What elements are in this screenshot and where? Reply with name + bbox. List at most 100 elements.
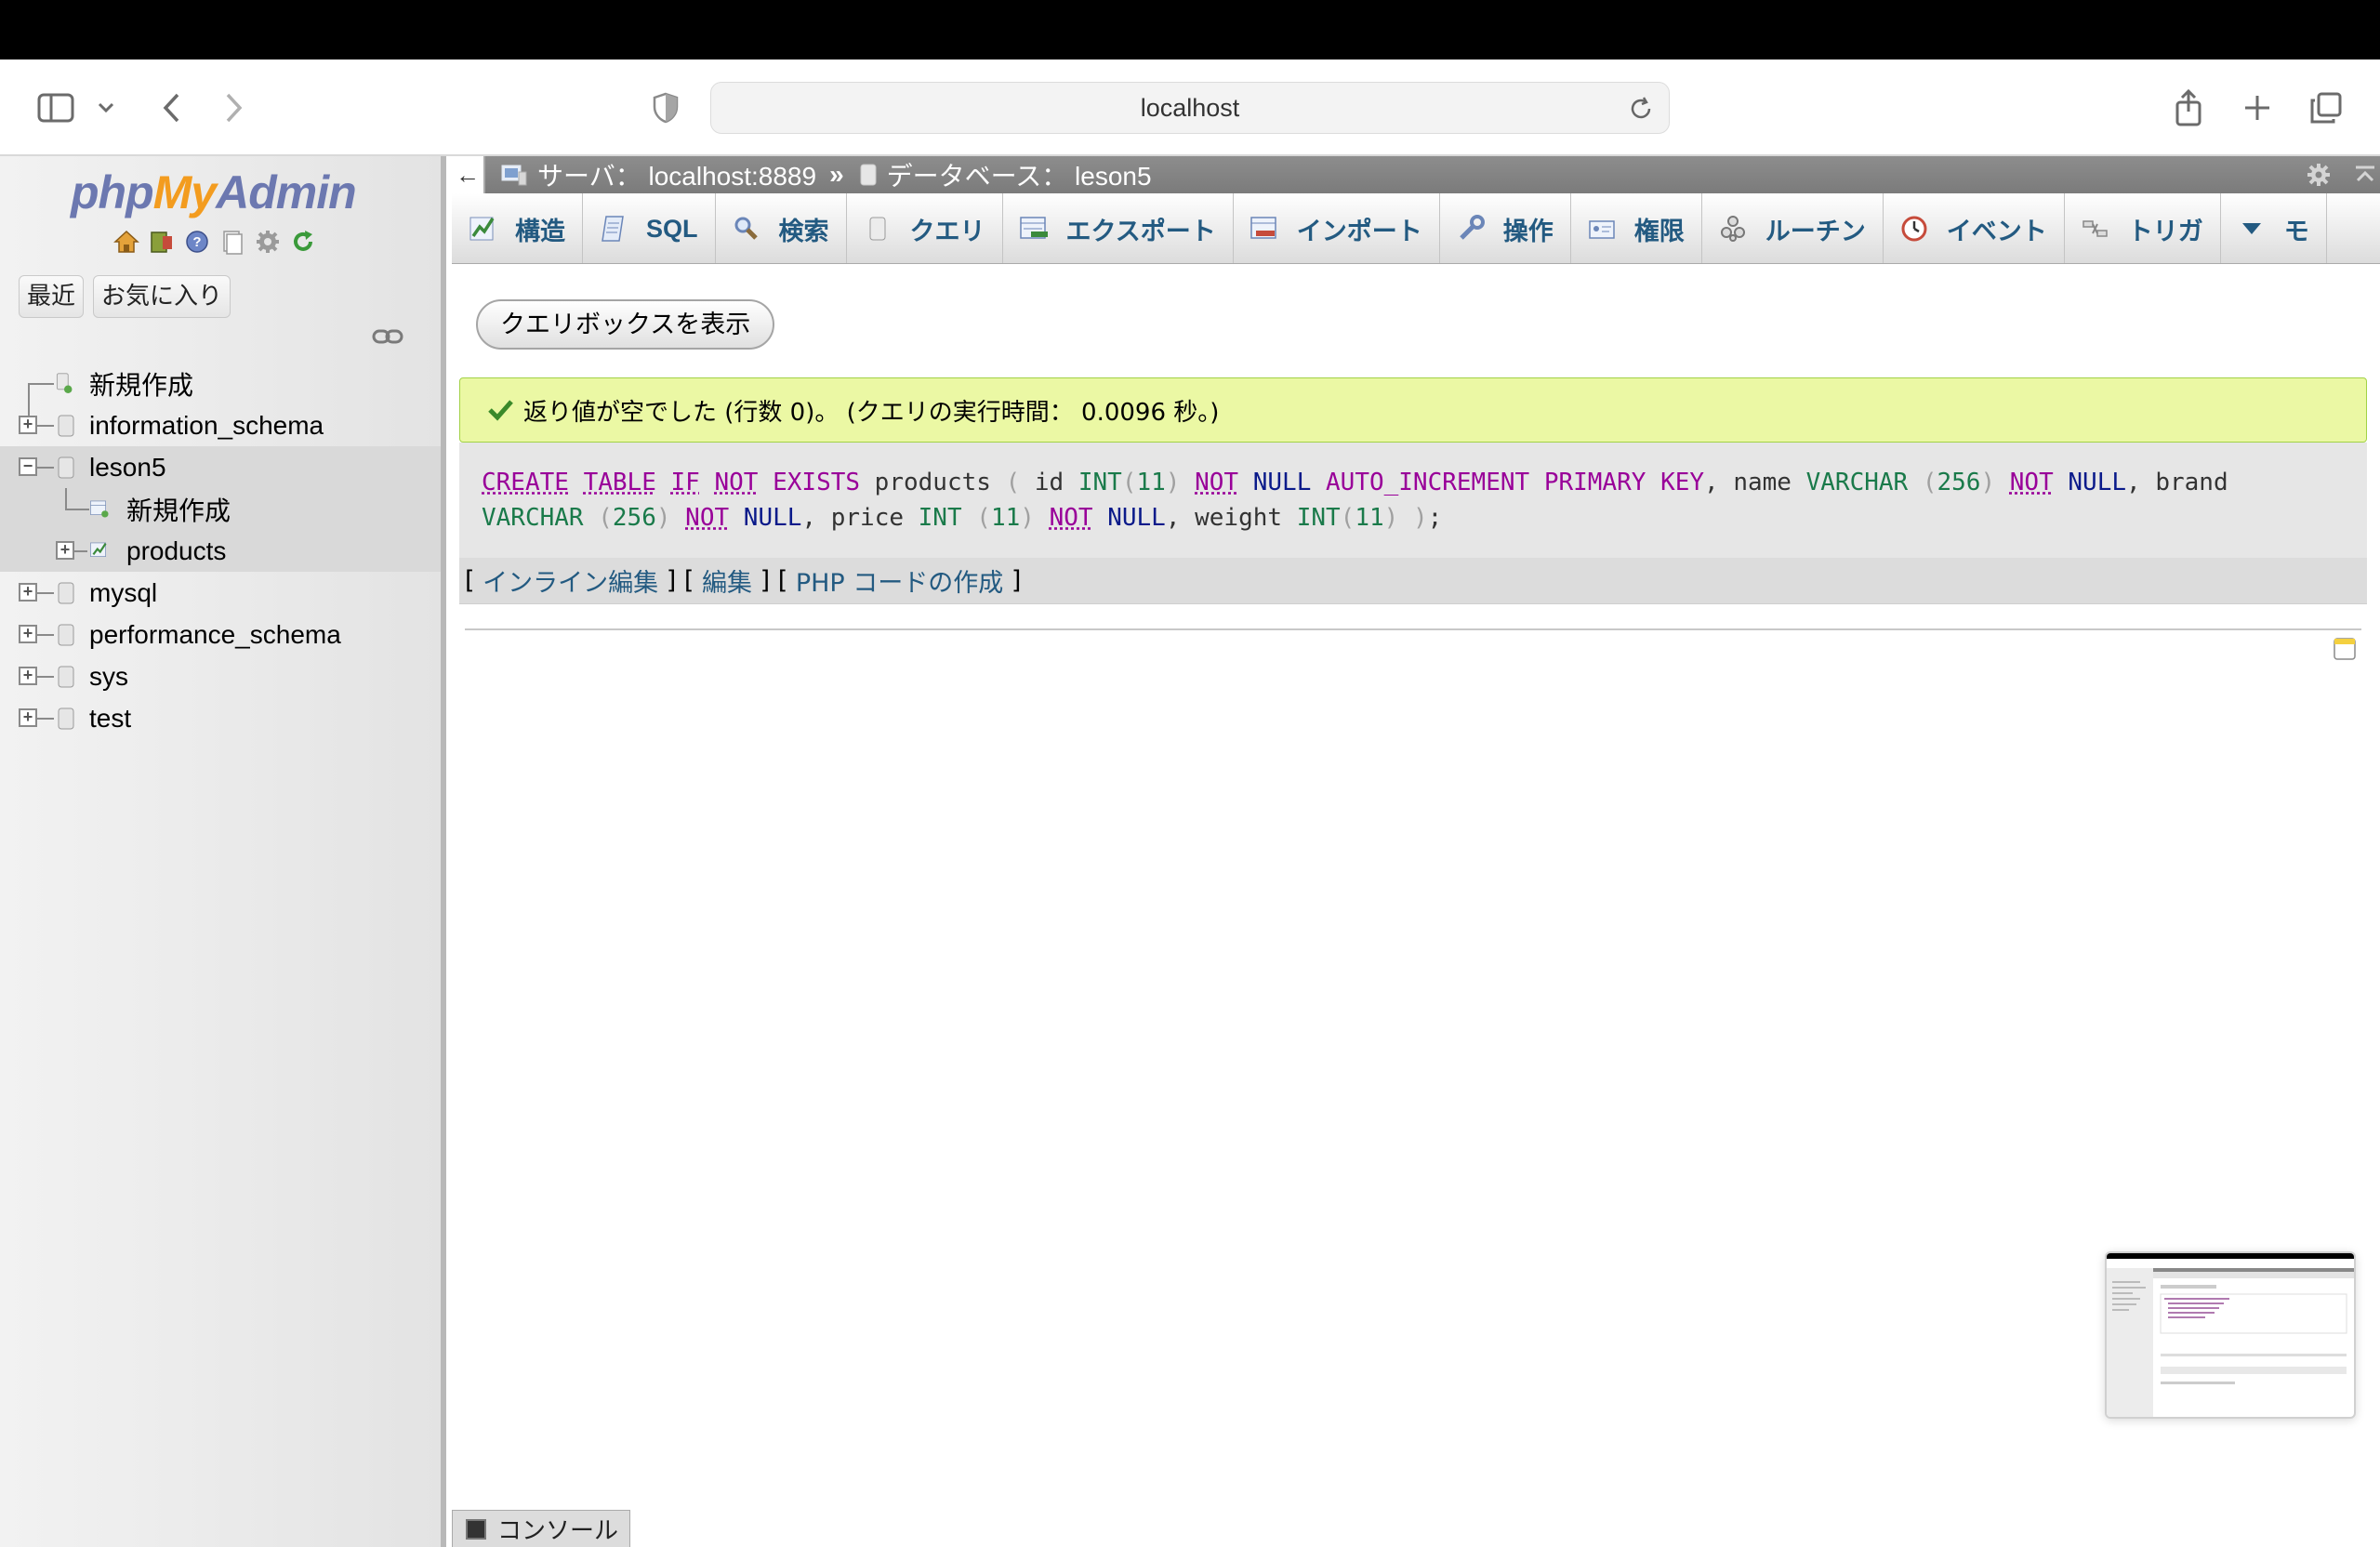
tree-item-sys[interactable]: + sys (0, 655, 441, 697)
console-tab[interactable]: コンソール (452, 1510, 630, 1547)
tab-query[interactable]: クエリ (847, 193, 1003, 263)
screenshot-preview-thumbnail[interactable] (2105, 1251, 2356, 1419)
table-structure-icon (90, 542, 107, 557)
link-with-main-icon[interactable] (372, 327, 403, 346)
sql-token: , brand (2126, 469, 2228, 496)
tab-routines[interactable]: ルーチン (1702, 193, 1884, 263)
tab-operations[interactable]: 操作 (1440, 193, 1571, 263)
tab-search[interactable]: 検索 (716, 193, 847, 263)
tree-item-mysql[interactable]: + mysql (0, 572, 441, 614)
expand-icon[interactable]: + (19, 416, 37, 434)
sidebar-toggle-icon[interactable] (33, 82, 78, 134)
expand-icon[interactable]: + (56, 541, 74, 560)
tree-item-leson5-new[interactable]: 新規作成 (0, 488, 441, 530)
tab-sql[interactable]: SQL (583, 193, 716, 263)
logout-icon[interactable] (147, 227, 177, 257)
collapse-nav-icon[interactable]: ← (452, 156, 485, 193)
sql-line: VARCHAR (256) NOT NULL, price INT (11) N… (482, 500, 2345, 536)
tab-events[interactable]: イベント (1884, 193, 2065, 263)
expand-icon[interactable]: + (19, 583, 37, 602)
tree-item-leson5[interactable]: − leson5 (0, 446, 441, 488)
collapse-icon[interactable]: − (19, 457, 37, 476)
expand-icon[interactable]: + (19, 667, 37, 685)
settings-gear-icon[interactable] (2304, 160, 2334, 190)
breadcrumb-database-label: データベース： leson5 (886, 162, 1152, 191)
settings-gear-icon[interactable] (253, 227, 283, 257)
tab-structure[interactable]: 構造 (452, 193, 583, 263)
bookmark-note-icon[interactable] (2332, 636, 2358, 662)
sql-token: , price (801, 504, 919, 532)
tree-label: leson5 (89, 452, 166, 482)
share-icon[interactable] (2164, 82, 2213, 134)
sql-token: , name (1704, 469, 1806, 496)
tree-label: sys (89, 661, 128, 691)
tree-item-new[interactable]: 新規作成 (0, 363, 441, 404)
home-icon[interactable] (112, 227, 141, 257)
sql-token: ( (976, 504, 991, 532)
tree-item-test[interactable]: + test (0, 697, 441, 739)
database-icon (58, 707, 74, 730)
new-tab-icon[interactable] (2233, 82, 2281, 134)
sql-token: id (1020, 469, 1078, 496)
sql-token: ; (1427, 504, 1443, 532)
events-icon (1898, 213, 1930, 245)
breadcrumb-database[interactable]: データベース： leson5 (859, 156, 1152, 193)
tab-label: インポート (1296, 217, 1422, 245)
show-query-box-button[interactable]: クエリボックスを表示 (476, 299, 775, 350)
tab-overview-icon[interactable] (2302, 82, 2350, 134)
divider (465, 628, 2361, 630)
tree-item-performance_schema[interactable]: + performance_schema (0, 614, 441, 655)
address-bar[interactable]: localhost (710, 82, 1670, 134)
logo-admin: Admin (216, 166, 357, 218)
tab-privileges[interactable]: 権限 (1571, 193, 1702, 263)
sql-token: NULL (1107, 504, 1166, 532)
tree-label: 新規作成 (126, 496, 231, 525)
tab-more[interactable]: モ (2221, 193, 2327, 263)
breadcrumb-server[interactable]: サーバ： localhost:8889 (500, 156, 816, 193)
database-icon (58, 415, 74, 437)
tab-label: エクスポート (1065, 217, 1216, 245)
back-icon[interactable] (149, 82, 193, 134)
expand-icon[interactable]: + (19, 625, 37, 643)
tree-connector (37, 467, 54, 469)
tree-item-products[interactable]: + products (0, 530, 441, 572)
edit-link[interactable]: 編集 (702, 562, 752, 599)
sql-token: KEY (1660, 469, 1705, 496)
recent-tab[interactable]: 最近 (19, 275, 85, 318)
tab-triggers[interactable]: トリガ (2065, 193, 2221, 263)
chevron-down-icon[interactable] (89, 82, 123, 134)
bracket: ] (1011, 566, 1022, 595)
phpmyadmin-logo[interactable]: phpMyAdmin (71, 165, 357, 219)
sql-token: 11 (1355, 504, 1384, 532)
expand-icon[interactable]: + (19, 708, 37, 727)
favorites-tab[interactable]: お気に入り (93, 275, 231, 318)
tab-label: モ (2283, 217, 2309, 245)
inline-edit-link[interactable]: インライン編集 (483, 562, 658, 599)
reload-icon[interactable] (1626, 94, 1656, 124)
tree-item-information_schema[interactable]: + information_schema (0, 404, 441, 446)
tab-import[interactable]: インポート (1234, 193, 1440, 263)
sql-token: VARCHAR (482, 504, 584, 532)
sql-token: NULL (743, 504, 802, 532)
tab-label: イベント (1946, 217, 2047, 245)
collapse-top-icon[interactable] (2350, 160, 2380, 190)
database-icon (58, 666, 74, 688)
reload-nav-icon[interactable] (288, 227, 318, 257)
forward-icon[interactable] (212, 82, 257, 134)
tab-export[interactable]: エクスポート (1003, 193, 1234, 263)
help-icon[interactable]: ? (182, 227, 212, 257)
create-php-code-link[interactable]: PHP コードの作成 (796, 562, 1003, 599)
sql-token: , weight (1165, 504, 1297, 532)
privacy-shield-icon[interactable] (643, 82, 688, 134)
sql-token: 11 (990, 504, 1021, 532)
tree-connector (65, 488, 67, 509)
sql-token: EXISTS (773, 469, 861, 496)
docs-icon[interactable] (218, 227, 247, 257)
